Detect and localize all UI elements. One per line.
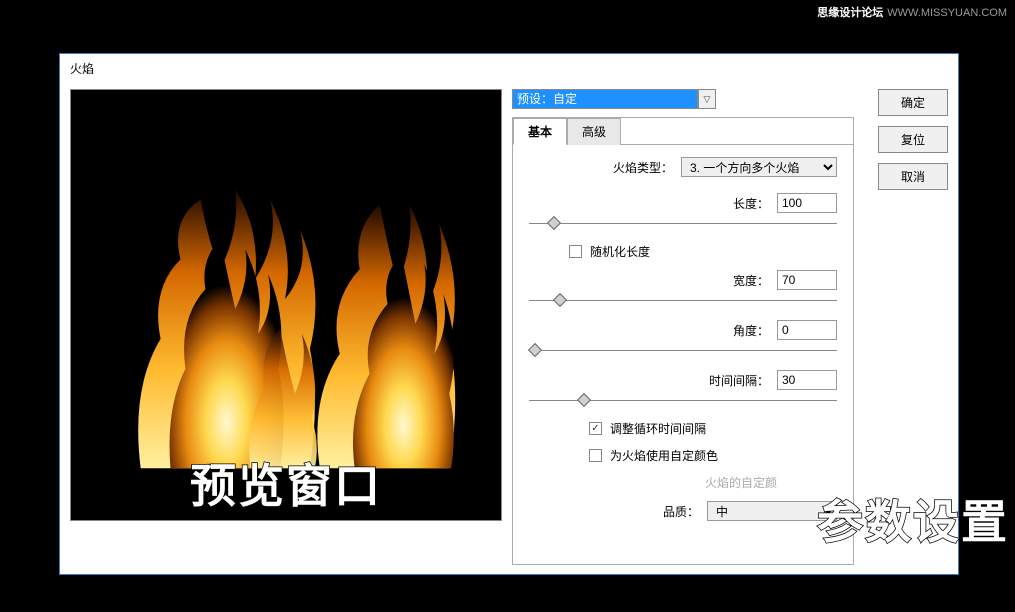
length-label: 长度： [733,195,769,212]
length-slider[interactable] [529,217,837,229]
cancel-button[interactable]: 取消 [878,163,948,190]
custom-color-label: 为火焰使用自定颜色 [610,447,718,464]
preset-dropdown-button[interactable]: ▽ [698,89,716,109]
flame-type-label: 火焰类型： [613,159,673,176]
angle-slider[interactable] [529,344,837,356]
quality-label: 品质： [663,503,699,520]
dialog-title: 火焰 [60,54,958,84]
preset-select[interactable]: 预设：自定 [512,89,698,109]
randomize-length-label: 随机化长度 [590,243,650,260]
angle-input[interactable] [777,320,837,340]
tab-basic[interactable]: 基本 [513,118,567,145]
adjust-loop-label: 调整循环时间间隔 [610,420,706,437]
interval-slider[interactable] [529,394,837,406]
params-overlay-label: 参数设置 [817,486,1009,552]
chevron-down-icon: ▽ [704,94,711,105]
custom-color-disabled-label: 火焰的自定颜 [529,474,777,491]
width-input[interactable] [777,270,837,290]
width-label: 宽度： [733,272,769,289]
angle-label: 角度： [733,322,769,339]
flame-type-select[interactable]: 3. 一个方向多个火焰 [681,157,837,177]
ok-button[interactable]: 确定 [878,89,948,116]
width-slider[interactable] [529,294,837,306]
interval-input[interactable] [777,370,837,390]
preview-panel: 预览窗口 [70,89,502,521]
custom-color-checkbox[interactable] [589,449,602,462]
watermark: 思缘设计论坛WWW.MISSYUAN.COM [817,4,1007,20]
preview-overlay-label: 预览窗口 [190,450,382,516]
randomize-length-checkbox[interactable] [569,245,582,258]
interval-label: 时间间隔： [709,372,769,389]
reset-button[interactable]: 复位 [878,126,948,153]
adjust-loop-checkbox[interactable] [589,422,602,435]
params-panel: 基本 高级 火焰类型： 3. 一个方向多个火焰 长度： [512,117,854,565]
length-input[interactable] [777,193,837,213]
tab-advanced[interactable]: 高级 [567,118,621,145]
